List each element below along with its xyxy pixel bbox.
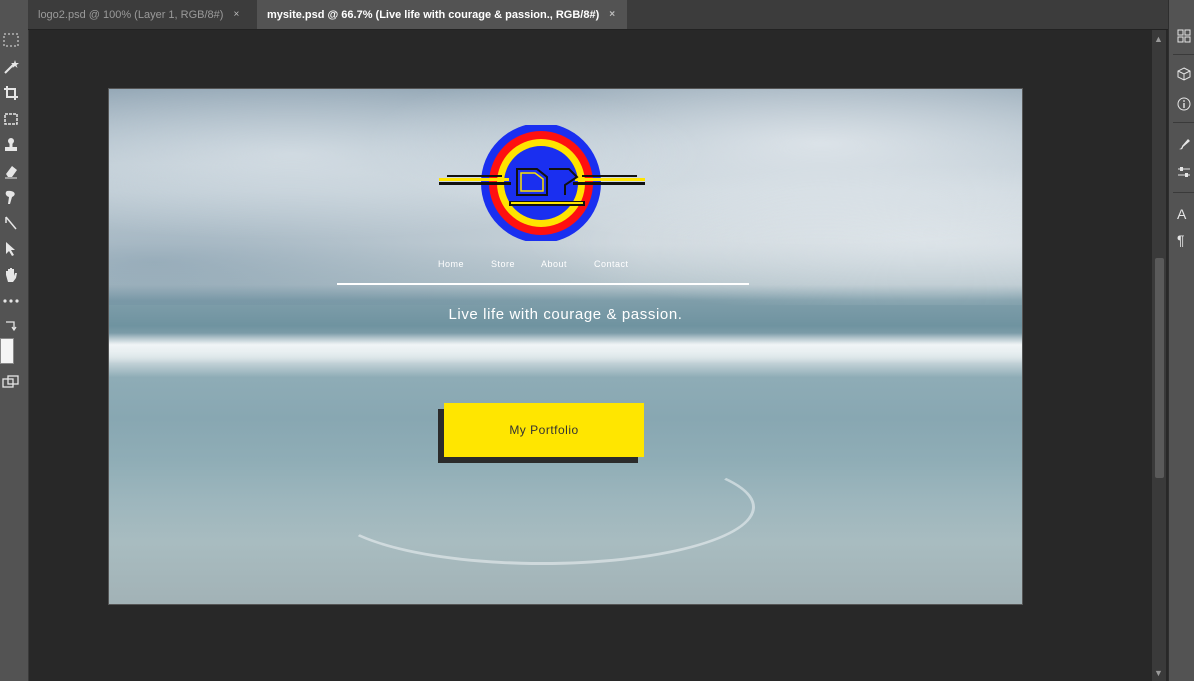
- site-nav: Home Store About Contact: [337, 259, 749, 285]
- close-icon[interactable]: ×: [233, 9, 239, 20]
- tab-label: logo2.psd @ 100% (Layer 1, RGB/8#): [38, 8, 224, 21]
- frame-icon[interactable]: [0, 109, 22, 129]
- vertical-scrollbar[interactable]: ▲ ▼: [1152, 30, 1166, 681]
- tagline[interactable]: Live life with courage & passion.: [109, 306, 1022, 323]
- swap-colors-icon[interactable]: [0, 316, 22, 336]
- panel-grid-icon[interactable]: [1177, 26, 1194, 46]
- screen-mode-icon[interactable]: [0, 372, 22, 392]
- document-canvas[interactable]: Home Store About Contact Live life with …: [108, 88, 1023, 605]
- paragraph-icon[interactable]: ¶: [1177, 230, 1194, 250]
- logo: [439, 125, 645, 241]
- wave-background: [109, 333, 1022, 363]
- tab-label: mysite.psd @ 66.7% (Live life with coura…: [267, 8, 600, 21]
- close-icon[interactable]: ×: [609, 9, 615, 20]
- foam-background: [329, 449, 755, 565]
- info-icon[interactable]: [1177, 94, 1194, 114]
- magic-wand-icon[interactable]: [0, 57, 22, 77]
- panel-divider: [1173, 122, 1194, 123]
- hand-icon[interactable]: [0, 265, 22, 285]
- character-icon[interactable]: A: [1177, 204, 1194, 224]
- foreground-color-swatch[interactable]: [0, 338, 14, 364]
- panel-divider: [1173, 54, 1194, 55]
- nav-about-link[interactable]: About: [541, 259, 567, 269]
- scroll-down-icon[interactable]: ▼: [1154, 668, 1163, 678]
- nav-store-link[interactable]: Store: [491, 259, 515, 269]
- tab-logo2[interactable]: logo2.psd @ 100% (Layer 1, RGB/8#) ×: [28, 0, 257, 29]
- 3d-cube-icon[interactable]: [1177, 64, 1194, 84]
- document-tab-bar: logo2.psd @ 100% (Layer 1, RGB/8#) × mys…: [28, 0, 1168, 30]
- scroll-up-icon[interactable]: ▲: [1154, 34, 1163, 44]
- portfolio-button[interactable]: My Portfolio: [444, 403, 644, 457]
- stamp-icon[interactable]: [0, 135, 22, 155]
- nav-home-link[interactable]: Home: [438, 259, 464, 269]
- marquee-icon[interactable]: [0, 30, 22, 50]
- eraser-icon[interactable]: [0, 161, 22, 181]
- scroll-thumb[interactable]: [1155, 258, 1164, 478]
- tab-mysite[interactable]: mysite.psd @ 66.7% (Live life with coura…: [257, 0, 627, 29]
- brush-settings-icon[interactable]: [1177, 134, 1194, 154]
- panel-divider: [1173, 192, 1194, 193]
- crop-icon[interactable]: [0, 83, 22, 103]
- right-panel-dock: A ¶: [1168, 0, 1194, 681]
- tools-panel: [0, 0, 29, 681]
- smudge-icon[interactable]: [0, 187, 22, 207]
- nav-contact-link[interactable]: Contact: [594, 259, 629, 269]
- adjustments-icon[interactable]: [1177, 162, 1194, 182]
- selection-arrow-icon[interactable]: [0, 239, 22, 259]
- more-tools-icon[interactable]: [0, 291, 22, 311]
- pen-icon[interactable]: [0, 213, 22, 233]
